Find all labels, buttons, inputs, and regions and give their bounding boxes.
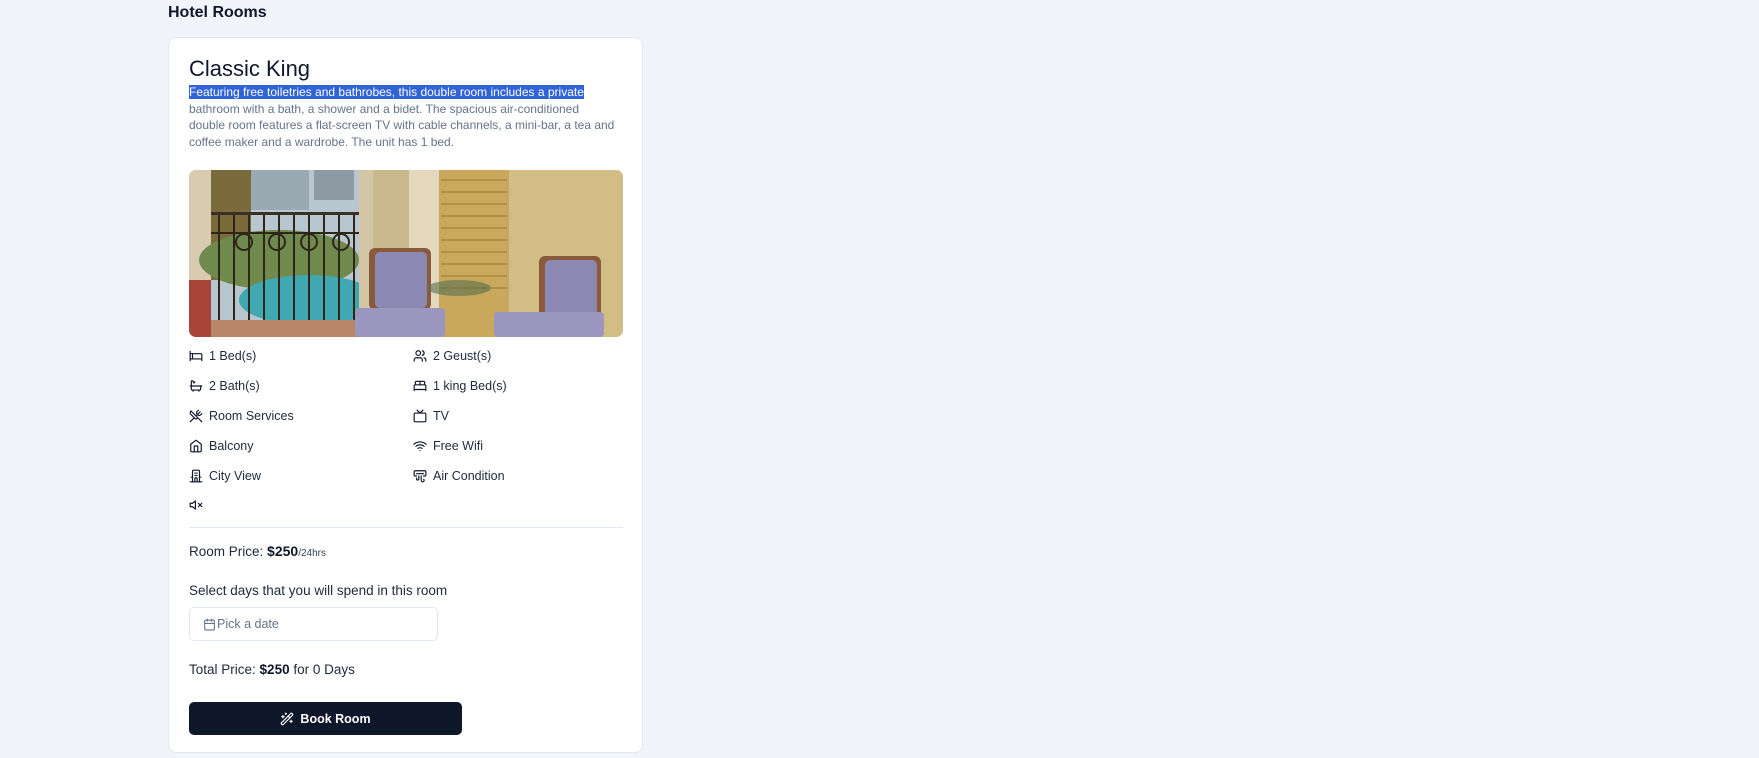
room-photo [189, 170, 623, 337]
bath-icon [189, 379, 203, 393]
amenity-item: Balcony [189, 439, 253, 453]
amenity-label: Balcony [209, 439, 254, 453]
tv-icon [413, 409, 427, 423]
date-picker-placeholder: Pick a date [217, 617, 279, 631]
room-description: Featuring free toiletries and bathrobes,… [189, 84, 617, 150]
amenity-label: City View [209, 469, 261, 483]
hotel-icon [189, 469, 203, 483]
amenity-label: 1 king Bed(s) [433, 379, 507, 393]
room-description-selected: Featuring free toiletries and bathrobes,… [189, 85, 584, 99]
amenity-item [189, 498, 209, 512]
amenity-label: 2 Geust(s) [433, 349, 492, 363]
calendar-icon [204, 618, 215, 630]
bed-double-icon [413, 379, 427, 393]
book-room-label: Book Room [300, 711, 371, 726]
amenity-label: Room Services [209, 409, 294, 423]
amenity-label: Free Wifi [433, 439, 483, 453]
amenity-item: City View [189, 469, 261, 483]
amenity-item: Room Services [189, 409, 294, 423]
total-price: Total Price: $250 for 0 Days [189, 662, 355, 677]
wand-icon [281, 712, 294, 725]
amenity-label: TV [433, 409, 449, 423]
total-price-value: $250 [259, 662, 290, 677]
room-price-unit: /24hrs [298, 548, 326, 559]
amenity-item: 1 king Bed(s) [413, 379, 507, 393]
room-title: Classic King [189, 56, 311, 81]
volume-mute-icon [189, 498, 203, 512]
amenity-item: 2 Geust(s) [413, 349, 491, 363]
amenity-label: 1 Bed(s) [209, 349, 257, 363]
page-title: Hotel Rooms [168, 4, 267, 21]
total-price-label: Total Price: [189, 662, 256, 677]
home-icon [189, 439, 203, 453]
divider [189, 527, 623, 528]
amenity-item: Free Wifi [413, 439, 483, 453]
room-card: Classic King Featuring free toiletries a… [168, 37, 643, 753]
bed-icon [189, 349, 203, 363]
room-price: Room Price: $250/24hrs [189, 543, 326, 559]
users-icon [413, 349, 427, 363]
room-description-rest: bathroom with a bath, a shower and a bid… [189, 101, 615, 149]
utensils-crossed-icon [189, 409, 203, 423]
room-price-value: $250 [267, 543, 299, 559]
days-label: Select days that you will spend in this … [189, 583, 448, 598]
book-room-button[interactable]: Book Room [189, 702, 462, 735]
amenity-item: 2 Bath(s) [189, 379, 260, 393]
date-picker-button[interactable]: Pick a date [189, 607, 438, 641]
room-price-label: Room Price: [189, 544, 264, 559]
total-price-suffix: for 0 Days [293, 662, 355, 677]
air-vent-icon [413, 469, 427, 483]
amenity-label: Air Condition [433, 469, 505, 483]
amenity-item: 1 Bed(s) [189, 349, 256, 363]
amenity-item: Air Condition [413, 469, 505, 483]
amenity-label: 2 Bath(s) [209, 379, 260, 393]
amenity-item: TV [413, 409, 449, 423]
wifi-icon [413, 439, 427, 453]
